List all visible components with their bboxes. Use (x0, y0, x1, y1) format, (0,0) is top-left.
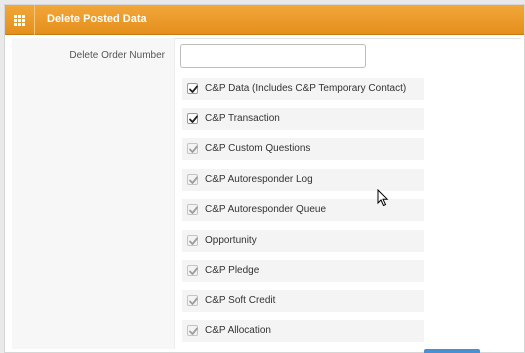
checkmark-icon (189, 176, 198, 184)
option-row: C&P Pledge (182, 260, 424, 282)
option-label: C&P Custom Questions (205, 143, 311, 154)
option-label: C&P Soft Credit (205, 295, 276, 306)
checkmark-icon (189, 115, 198, 123)
option-row: C&P Allocation (182, 320, 424, 342)
option-row: C&P Transaction (182, 108, 424, 130)
label-column: Delete Order Number (12, 38, 175, 349)
option-label: C&P Pledge (205, 265, 260, 276)
grid-icon (5, 5, 35, 35)
mouse-cursor-icon (377, 188, 389, 212)
option-checkbox[interactable] (187, 83, 198, 94)
option-label: C&P Data (Includes C&P Temporary Contact… (205, 83, 407, 94)
submit-button-edge[interactable] (424, 349, 480, 353)
delete-order-number-label: Delete Order Number (69, 50, 165, 61)
checkmark-icon (189, 206, 198, 214)
option-label: C&P Autoresponder Queue (205, 204, 327, 215)
checkmark-icon (189, 237, 198, 245)
checkmark-icon (189, 327, 198, 335)
option-checkbox (187, 174, 198, 185)
option-row: Opportunity (182, 230, 424, 252)
option-checkbox (187, 204, 198, 215)
option-checkbox (187, 325, 198, 336)
option-checkbox[interactable] (187, 113, 198, 124)
checkmark-icon (189, 297, 198, 305)
delete-order-number-input[interactable] (180, 44, 366, 68)
option-label: C&P Allocation (205, 325, 271, 336)
option-label: C&P Transaction (205, 113, 280, 124)
checkmark-icon (189, 145, 198, 153)
option-label: Opportunity (205, 235, 257, 246)
panel-title: Delete Posted Data (47, 13, 147, 25)
panel-header: Delete Posted Data (5, 5, 524, 35)
option-label: C&P Autoresponder Log (205, 174, 313, 185)
option-row: C&P Soft Credit (182, 290, 424, 312)
option-row: C&P Custom Questions (182, 138, 424, 160)
option-checkbox (187, 265, 198, 276)
option-checkbox (187, 235, 198, 246)
option-row: C&P Autoresponder Log (182, 169, 424, 191)
option-row: C&P Data (Includes C&P Temporary Contact… (182, 78, 424, 100)
checkmark-icon (189, 85, 198, 93)
option-checkbox (187, 295, 198, 306)
option-checkbox (187, 143, 198, 154)
checkmark-icon (189, 267, 198, 275)
